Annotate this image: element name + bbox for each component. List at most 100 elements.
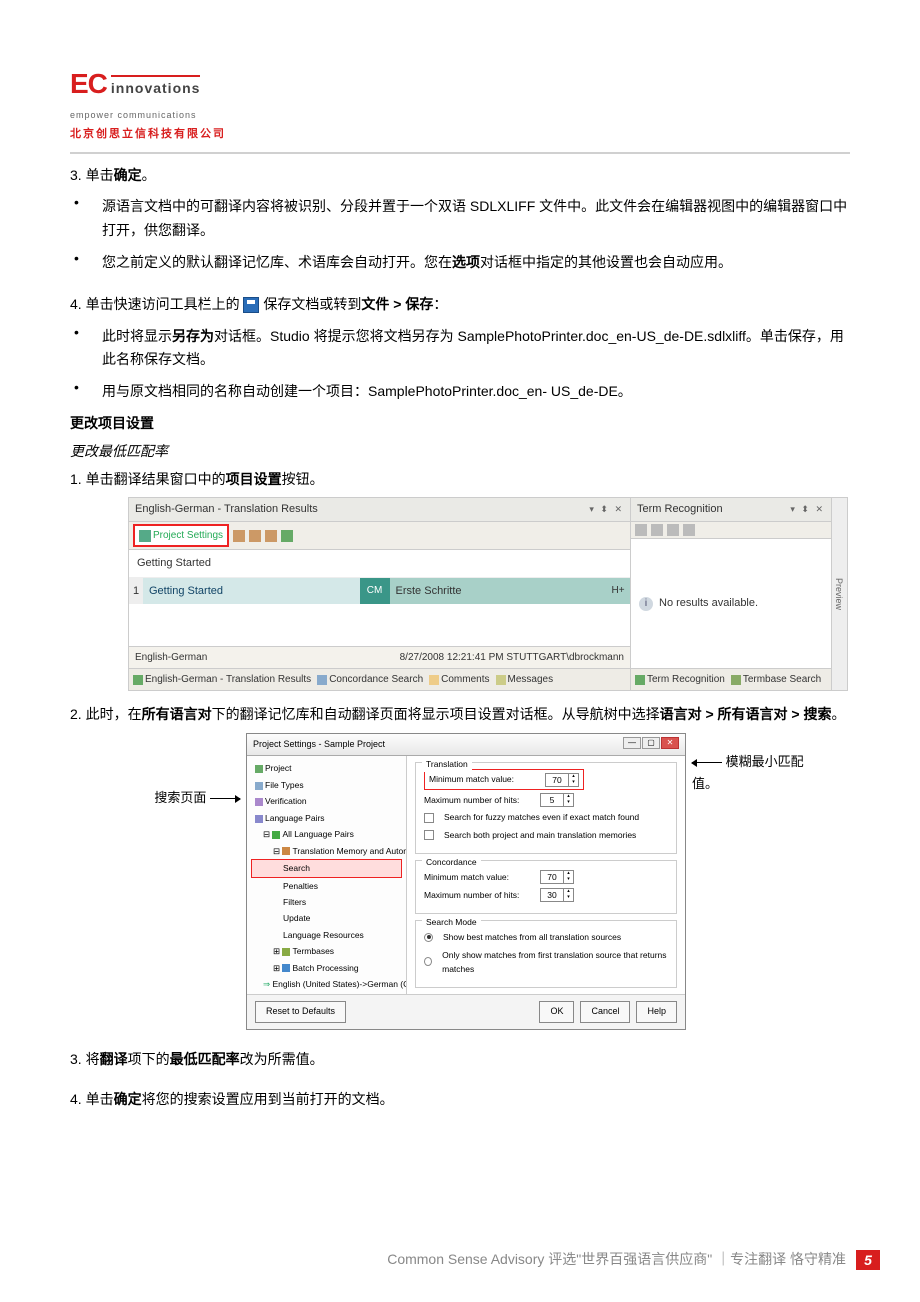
tree-penalties[interactable]: Penalties: [251, 878, 402, 894]
toolbar: Project Settings: [129, 522, 630, 550]
radio-first-source[interactable]: Only show matches from first translation…: [424, 948, 668, 977]
tree-project[interactable]: Project: [251, 760, 402, 776]
tree-langres[interactable]: Language Resources: [251, 927, 402, 943]
document-content: 3. 单击确定。 • 源语言文档中的可翻译内容将被识别、分段并置于一个双语 SD…: [70, 164, 850, 1112]
arrow-left-icon: [692, 762, 722, 763]
screenshot-translation-results: English-German - Translation Results ▾ ⬍ …: [128, 497, 848, 691]
tree-termbases[interactable]: ⊞ Termbases: [251, 943, 402, 959]
section-change-project-settings: 更改项目设置: [70, 412, 850, 436]
tree-pair-2[interactable]: ⇒ English (United States)->French (Franc…: [251, 993, 402, 995]
term-icon-4[interactable]: [683, 524, 695, 536]
max-hits-row: Maximum number of hits: 5▴▾: [424, 793, 668, 807]
chk-bothtm[interactable]: Search both project and main translation…: [424, 828, 668, 842]
dialog-footer: Reset to Defaults OK Cancel Help: [247, 994, 685, 1028]
logo-ec: EC: [70, 60, 107, 108]
project-settings-button[interactable]: Project Settings: [133, 524, 229, 547]
tree-update[interactable]: Update: [251, 910, 402, 926]
preview-tab[interactable]: Preview: [831, 498, 847, 690]
cancel-button[interactable]: Cancel: [580, 1001, 630, 1022]
tree-filters[interactable]: Filters: [251, 894, 402, 910]
conc-max-spinner[interactable]: 30▴▾: [540, 888, 574, 902]
minimize-button[interactable]: —: [623, 737, 641, 749]
match-badge: CM: [360, 578, 390, 604]
conc-min-row: Minimum match value: 70▴▾: [424, 870, 668, 884]
bullet-3: • 此时将显示另存为对话框。Studio 将提示您将文档另存为 SamplePh…: [70, 321, 850, 377]
pane-controls[interactable]: ▾ ⬍ ✕: [589, 502, 624, 517]
arrow-right-icon: [210, 798, 240, 799]
tree-batch[interactable]: ⊞ Batch Processing: [251, 960, 402, 976]
footer-text: Common Sense Advisory 评选"世界百强语言供应商" ｜专注翻…: [387, 1248, 846, 1272]
company-logo: EC innovations empower communications 北京…: [70, 60, 850, 144]
header-divider: [70, 152, 850, 154]
conc-max-row: Maximum number of hits: 30▴▾: [424, 888, 668, 902]
term-icon-3[interactable]: [667, 524, 679, 536]
toolbar-icon-4[interactable]: [281, 530, 293, 542]
tree-tm[interactable]: ⊟ Translation Memory and Automated Trans…: [251, 843, 402, 859]
tab-comments[interactable]: Comments: [429, 671, 489, 688]
step-3: 3. 单击确定。: [70, 164, 850, 188]
highlighted-min-match: Minimum match value: 70▴▾: [424, 769, 584, 789]
callout-search-page: 搜索页面: [70, 733, 240, 809]
close-button[interactable]: ✕: [661, 737, 679, 749]
logo-innovations: innovations: [111, 75, 201, 103]
page-footer: Common Sense Advisory 评选"世界百强语言供应商" ｜专注翻…: [0, 1248, 920, 1272]
header-row: Getting Started: [129, 550, 630, 578]
conc-min-spinner[interactable]: 70▴▾: [540, 870, 574, 884]
window-buttons: — ▢ ✕: [623, 737, 679, 752]
page-number: 5: [856, 1250, 880, 1270]
term-toolbar: [631, 522, 831, 539]
term-icon-1[interactable]: [635, 524, 647, 536]
logo-chinese-name: 北京创思立信科技有限公司: [70, 125, 850, 144]
term-icon-2[interactable]: [651, 524, 663, 536]
tree-filetypes[interactable]: File Types: [251, 777, 402, 793]
min-match-spinner[interactable]: 70▴▾: [545, 773, 579, 787]
tab-concordance[interactable]: Concordance Search: [317, 671, 423, 688]
reset-button[interactable]: Reset to Defaults: [255, 1001, 346, 1022]
group-search-mode: Search Mode Show best matches from all t…: [415, 920, 677, 988]
tree-verification[interactable]: Verification: [251, 793, 402, 809]
dialog-titlebar: Project Settings - Sample Project — ▢ ✕: [247, 734, 685, 756]
tree-langpairs[interactable]: Language Pairs: [251, 810, 402, 826]
pane-title-left: English-German - Translation Results▾ ⬍ …: [129, 498, 630, 522]
radio-best-matches[interactable]: Show best matches from all translation s…: [424, 930, 668, 944]
pane-title-right: Term Recognition▾ ⬍ ✕: [631, 498, 831, 522]
gear-icon: [139, 530, 151, 542]
help-button[interactable]: Help: [636, 1001, 677, 1022]
subsection-min-match: 更改最低匹配率: [70, 440, 850, 464]
translation-row: 1 Getting Started CM Erste Schritte H+: [129, 578, 630, 604]
source-segment[interactable]: Getting Started: [143, 578, 360, 604]
maximize-button[interactable]: ▢: [642, 737, 660, 749]
toolbar-icon-1[interactable]: [233, 530, 245, 542]
substep-4: 4. 单击确定将您的搜索设置应用到当前打开的文档。: [70, 1088, 850, 1112]
group-concordance: Concordance Minimum match value: 70▴▾ Ma…: [415, 860, 677, 914]
tab-term-recognition[interactable]: Term Recognition: [635, 671, 725, 688]
screenshot2-wrap: 搜索页面 Project Settings - Sample Project —…: [70, 733, 850, 1030]
status-hp: H+: [606, 578, 630, 604]
substep-2: 2. 此时，在所有语言对下的翻译记忆库和自动翻译页面将显示项目设置对话框。从导航…: [70, 703, 850, 727]
substep-3: 3. 将翻译项下的最低匹配率改为所需值。: [70, 1048, 850, 1072]
max-hits-spinner[interactable]: 5▴▾: [540, 793, 574, 807]
bullet-1: • 源语言文档中的可翻译内容将被识别、分段并置于一个双语 SDLXLIFF 文件…: [70, 191, 850, 247]
chk-fuzzy[interactable]: Search for fuzzy matches even if exact m…: [424, 810, 668, 824]
tree-search-selected[interactable]: Search: [251, 859, 402, 877]
info-icon: i: [639, 597, 653, 611]
tab-termbase-search[interactable]: Termbase Search: [731, 671, 821, 688]
status-bar: English-German8/27/2008 12:21:41 PM STUT…: [129, 646, 630, 668]
settings-panel: Translation Minimum match value: 70▴▾ Ma…: [407, 756, 685, 994]
toolbar-icon-3[interactable]: [265, 530, 277, 542]
navigation-tree[interactable]: Project File Types Verification Language…: [247, 756, 407, 994]
ok-button[interactable]: OK: [539, 1001, 574, 1022]
save-icon: [243, 297, 259, 313]
screenshot-project-settings-dialog: Project Settings - Sample Project — ▢ ✕ …: [246, 733, 686, 1030]
bullet-2: • 您之前定义的默认翻译记忆库、术语库会自动打开。您在选项对话框中指定的其他设置…: [70, 247, 850, 279]
bottom-tabs-right: Term Recognition Termbase Search: [631, 668, 831, 690]
logo-subtitle: empower communications: [70, 108, 850, 123]
group-translation: Translation Minimum match value: 70▴▾ Ma…: [415, 762, 677, 854]
tree-allpairs[interactable]: ⊟ All Language Pairs: [251, 826, 402, 842]
tab-messages[interactable]: Messages: [496, 671, 554, 688]
target-segment[interactable]: Erste Schritte: [390, 578, 607, 604]
bottom-tabs-left: English-German - Translation Results Con…: [129, 668, 630, 690]
toolbar-icon-2[interactable]: [249, 530, 261, 542]
tree-pair-1[interactable]: ⇒ English (United States)->German (Germa…: [251, 976, 402, 992]
tab-translation-results[interactable]: English-German - Translation Results: [133, 671, 311, 688]
